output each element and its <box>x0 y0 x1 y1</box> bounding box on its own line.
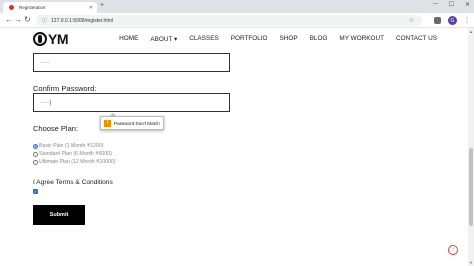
nav-portfolio[interactable]: PORTFOLIO <box>231 35 268 43</box>
confirm-password-field[interactable]: ·····| <box>33 93 230 112</box>
radio-button[interactable] <box>33 151 38 157</box>
main-nav: HOME ABOUT ▾ CLASSES PORTFOLIO SHOP BLOG… <box>119 35 437 43</box>
browser-toolbar: ← → ↻ ⓘ 127.0.0.1:5000/register.html ☆ G… <box>0 13 474 28</box>
nav-about[interactable]: ABOUT ▾ <box>150 35 177 43</box>
scroll-down-icon[interactable]: ▼ <box>468 260 474 265</box>
plan-label-ultimate[interactable]: Ultimate Plan (12 Month ₹10000) <box>39 159 116 165</box>
plan-label-standard[interactable]: Standard Plan (6 Month ₹6000) <box>39 151 112 157</box>
validation-tooltip: ! Password Don't Match <box>100 113 164 130</box>
nav-shop[interactable]: SHOP <box>280 35 298 43</box>
reload-icon[interactable]: ↻ <box>24 15 31 24</box>
nav-contact-us[interactable]: CONTACT US <box>396 35 437 43</box>
radio-button-selected[interactable] <box>33 143 38 149</box>
browser-menu-icon[interactable]: ⋮ <box>464 17 470 24</box>
logo-text: YM <box>48 31 69 47</box>
site-header: YM HOME ABOUT ▾ CLASSES PORTFOLIO SHOP B… <box>0 28 474 50</box>
submit-button[interactable]: Submit <box>33 205 85 225</box>
maximize-icon[interactable]: ☐ <box>449 1 454 8</box>
profile-avatar[interactable]: G <box>448 16 457 25</box>
warning-icon: ! <box>104 119 111 127</box>
site-logo[interactable]: YM <box>33 31 69 47</box>
tooltip-message: Password Don't Match <box>114 120 160 126</box>
nav-home[interactable]: HOME <box>119 35 138 43</box>
radio-button[interactable] <box>33 159 38 165</box>
new-tab-button[interactable]: + <box>100 2 104 9</box>
extension-icon[interactable] <box>434 17 441 24</box>
scroll-up-icon[interactable]: ▲ <box>468 29 474 34</box>
forward-arrow-icon[interactable]: → <box>14 15 22 24</box>
close-tab-icon[interactable]: ✕ <box>89 5 93 11</box>
plan-option-standard[interactable]: Standard Plan (6 Month ₹6000) <box>33 151 112 157</box>
terms-checkbox[interactable]: ✓ <box>33 189 38 194</box>
nav-blog[interactable]: BLOG <box>310 35 328 43</box>
info-icon[interactable]: ⓘ <box>42 17 47 24</box>
browser-tabstrip: Registeration ✕ + ─ ☐ ✕ <box>0 0 474 13</box>
close-window-icon[interactable]: ✕ <box>465 1 470 8</box>
plan-option-ultimate[interactable]: Ultimate Plan (12 Month ₹10000) <box>33 159 116 165</box>
choose-plan-label: Choose Plan: <box>33 124 79 133</box>
back-arrow-icon[interactable]: ← <box>5 15 13 24</box>
window-controls: ─ ☐ ✕ <box>433 1 470 8</box>
password-field[interactable]: ····· <box>33 53 230 72</box>
nav-classes[interactable]: CLASSES <box>189 35 218 43</box>
terms-label: I Agree Terms & Conditions <box>33 179 113 186</box>
page-scrollbar[interactable]: ▲ ▼ <box>468 28 474 266</box>
bookmark-star-icon[interactable]: ☆ <box>409 17 414 24</box>
arrow-up-icon: ↑ <box>451 247 455 253</box>
address-url[interactable]: 127.0.0.1:5000/register.html <box>51 18 113 24</box>
nav-my-workout[interactable]: MY WORKOUT <box>339 35 384 43</box>
plan-label-basic[interactable]: Basic Plan (1 Month ₹1200) <box>39 143 103 149</box>
site-favicon-icon <box>9 5 14 10</box>
plan-option-basic[interactable]: Basic Plan (1 Month ₹1200) <box>33 143 103 149</box>
confirm-password-label: Confirm Password: <box>33 84 97 93</box>
back-to-top-button[interactable]: ↑ <box>448 245 458 255</box>
address-bar[interactable]: ⓘ 127.0.0.1:5000/register.html ☆ <box>36 15 422 26</box>
minimize-icon[interactable]: ─ <box>433 1 437 8</box>
logo-mark-icon <box>33 32 47 46</box>
scroll-thumb[interactable] <box>469 148 473 226</box>
browser-tab[interactable]: Registeration ✕ <box>3 2 97 13</box>
tab-title: Registeration <box>19 5 46 10</box>
